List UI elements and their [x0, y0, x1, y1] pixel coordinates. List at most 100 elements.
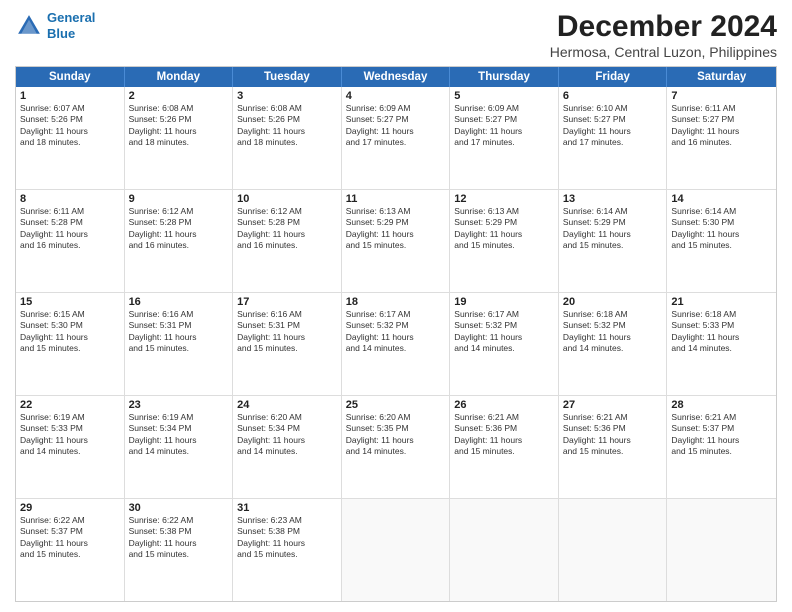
calendar-cell: 12Sunrise: 6:13 AMSunset: 5:29 PMDayligh… [450, 190, 559, 292]
header-day-monday: Monday [125, 67, 234, 87]
calendar-cell: 2Sunrise: 6:08 AMSunset: 5:26 PMDaylight… [125, 87, 234, 189]
cell-info-line: Sunrise: 6:08 AM [237, 103, 337, 114]
cell-info-line: Sunset: 5:30 PM [671, 217, 772, 228]
cell-info-line: Sunrise: 6:17 AM [346, 309, 446, 320]
cell-info-line: Sunrise: 6:14 AM [563, 206, 663, 217]
day-number: 14 [671, 193, 772, 205]
cell-info-line: and 14 minutes. [346, 343, 446, 354]
cell-info-line: Daylight: 11 hours [346, 229, 446, 240]
cell-info-line: Sunrise: 6:18 AM [671, 309, 772, 320]
calendar-cell: 31Sunrise: 6:23 AMSunset: 5:38 PMDayligh… [233, 499, 342, 601]
day-number: 11 [346, 193, 446, 205]
calendar-cell: 28Sunrise: 6:21 AMSunset: 5:37 PMDayligh… [667, 396, 776, 498]
calendar-cell: 3Sunrise: 6:08 AMSunset: 5:26 PMDaylight… [233, 87, 342, 189]
calendar-cell: 15Sunrise: 6:15 AMSunset: 5:30 PMDayligh… [16, 293, 125, 395]
cell-info-line: Sunset: 5:28 PM [20, 217, 120, 228]
day-number: 23 [129, 399, 229, 411]
cell-info-line: Sunset: 5:36 PM [454, 423, 554, 434]
cell-info-line: and 15 minutes. [454, 240, 554, 251]
calendar-cell: 4Sunrise: 6:09 AMSunset: 5:27 PMDaylight… [342, 87, 451, 189]
cell-info-line: Sunset: 5:38 PM [129, 526, 229, 537]
cell-info-line: and 15 minutes. [671, 446, 772, 457]
cell-info-line: and 18 minutes. [237, 137, 337, 148]
cell-info-line: Daylight: 11 hours [129, 332, 229, 343]
day-number: 13 [563, 193, 663, 205]
calendar-cell: 25Sunrise: 6:20 AMSunset: 5:35 PMDayligh… [342, 396, 451, 498]
cell-info-line: Daylight: 11 hours [671, 126, 772, 137]
main-title: December 2024 [550, 10, 777, 44]
cell-info-line: and 15 minutes. [346, 240, 446, 251]
day-number: 29 [20, 502, 120, 514]
cell-info-line: Daylight: 11 hours [563, 126, 663, 137]
day-number: 20 [563, 296, 663, 308]
day-number: 2 [129, 90, 229, 102]
header-day-tuesday: Tuesday [233, 67, 342, 87]
day-number: 27 [563, 399, 663, 411]
header-day-saturday: Saturday [667, 67, 776, 87]
cell-info-line: Daylight: 11 hours [454, 126, 554, 137]
day-number: 9 [129, 193, 229, 205]
header: GeneralBlue December 2024 Hermosa, Centr… [15, 10, 777, 60]
cell-info-line: Sunrise: 6:12 AM [129, 206, 229, 217]
calendar-cell: 5Sunrise: 6:09 AMSunset: 5:27 PMDaylight… [450, 87, 559, 189]
day-number: 28 [671, 399, 772, 411]
calendar-week-0: 1Sunrise: 6:07 AMSunset: 5:26 PMDaylight… [16, 87, 776, 190]
day-number: 21 [671, 296, 772, 308]
cell-info-line: and 15 minutes. [20, 549, 120, 560]
cell-info-line: and 14 minutes. [346, 446, 446, 457]
cell-info-line: Sunset: 5:36 PM [563, 423, 663, 434]
cell-info-line: Sunset: 5:37 PM [20, 526, 120, 537]
day-number: 8 [20, 193, 120, 205]
day-number: 15 [20, 296, 120, 308]
cell-info-line: Sunset: 5:33 PM [20, 423, 120, 434]
cell-info-line: and 15 minutes. [129, 343, 229, 354]
cell-info-line: Sunrise: 6:16 AM [129, 309, 229, 320]
cell-info-line: Daylight: 11 hours [237, 229, 337, 240]
calendar-cell: 9Sunrise: 6:12 AMSunset: 5:28 PMDaylight… [125, 190, 234, 292]
cell-info-line: and 17 minutes. [563, 137, 663, 148]
cell-info-line: Daylight: 11 hours [20, 229, 120, 240]
cell-info-line: and 17 minutes. [346, 137, 446, 148]
header-day-thursday: Thursday [450, 67, 559, 87]
cell-info-line: and 15 minutes. [237, 343, 337, 354]
calendar-cell: 6Sunrise: 6:10 AMSunset: 5:27 PMDaylight… [559, 87, 668, 189]
cell-info-line: Daylight: 11 hours [20, 538, 120, 549]
cell-info-line: Sunrise: 6:09 AM [346, 103, 446, 114]
cell-info-line: Daylight: 11 hours [671, 229, 772, 240]
cell-info-line: Sunrise: 6:20 AM [237, 412, 337, 423]
calendar-cell [559, 499, 668, 601]
calendar-cell: 14Sunrise: 6:14 AMSunset: 5:30 PMDayligh… [667, 190, 776, 292]
cell-info-line: and 14 minutes. [237, 446, 337, 457]
cell-info-line: Sunset: 5:34 PM [237, 423, 337, 434]
cell-info-line: and 15 minutes. [563, 240, 663, 251]
cell-info-line: Sunset: 5:32 PM [346, 320, 446, 331]
day-number: 4 [346, 90, 446, 102]
calendar-cell: 13Sunrise: 6:14 AMSunset: 5:29 PMDayligh… [559, 190, 668, 292]
cell-info-line: Daylight: 11 hours [671, 435, 772, 446]
calendar-body: 1Sunrise: 6:07 AMSunset: 5:26 PMDaylight… [16, 87, 776, 601]
cell-info-line: Sunrise: 6:16 AM [237, 309, 337, 320]
calendar-cell: 21Sunrise: 6:18 AMSunset: 5:33 PMDayligh… [667, 293, 776, 395]
cell-info-line: Sunset: 5:32 PM [454, 320, 554, 331]
day-number: 31 [237, 502, 337, 514]
calendar-week-4: 29Sunrise: 6:22 AMSunset: 5:37 PMDayligh… [16, 499, 776, 601]
cell-info-line: Sunset: 5:29 PM [454, 217, 554, 228]
cell-info-line: and 16 minutes. [129, 240, 229, 251]
cell-info-line: and 16 minutes. [20, 240, 120, 251]
cell-info-line: Sunrise: 6:23 AM [237, 515, 337, 526]
cell-info-line: and 14 minutes. [20, 446, 120, 457]
calendar-cell: 23Sunrise: 6:19 AMSunset: 5:34 PMDayligh… [125, 396, 234, 498]
calendar-cell: 1Sunrise: 6:07 AMSunset: 5:26 PMDaylight… [16, 87, 125, 189]
cell-info-line: and 16 minutes. [237, 240, 337, 251]
cell-info-line: Sunset: 5:28 PM [129, 217, 229, 228]
cell-info-line: Sunrise: 6:08 AM [129, 103, 229, 114]
day-number: 16 [129, 296, 229, 308]
cell-info-line: and 15 minutes. [20, 343, 120, 354]
cell-info-line: Daylight: 11 hours [129, 229, 229, 240]
cell-info-line: Daylight: 11 hours [563, 229, 663, 240]
cell-info-line: Sunrise: 6:21 AM [563, 412, 663, 423]
cell-info-line: Daylight: 11 hours [20, 435, 120, 446]
cell-info-line: Sunset: 5:38 PM [237, 526, 337, 537]
day-number: 7 [671, 90, 772, 102]
day-number: 24 [237, 399, 337, 411]
